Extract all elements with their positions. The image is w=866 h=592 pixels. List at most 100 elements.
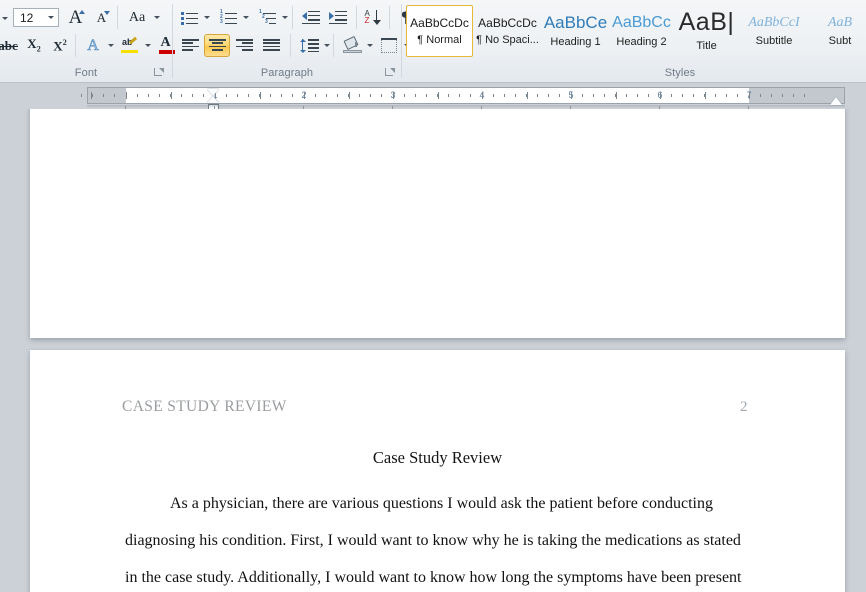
ruler-tick bbox=[626, 94, 628, 97]
ruler-tick bbox=[793, 94, 794, 97]
style-heading-1[interactable]: AaBbCе Heading 1 bbox=[542, 5, 609, 57]
change-case-dropdown-arrow[interactable] bbox=[154, 16, 160, 19]
horizontal-ruler[interactable]: 1234567 bbox=[81, 87, 845, 110]
style-normal-preview: AaBbCcDc bbox=[410, 15, 469, 30]
ruler-shadow bbox=[87, 105, 845, 108]
numbering-dropdown-arrow[interactable] bbox=[243, 16, 249, 19]
multilevel-list-icon: 1 2 3 bbox=[259, 10, 276, 25]
ruler-tick bbox=[648, 94, 650, 97]
ruler-tick bbox=[158, 94, 160, 97]
ruler-tick bbox=[548, 94, 550, 97]
superscript-button[interactable]: X2 bbox=[48, 34, 72, 57]
ruler-tick bbox=[615, 92, 617, 99]
document-canvas[interactable]: CASE STUDY REVIEW 2 Case Study Review As… bbox=[0, 109, 866, 592]
ruler-tick bbox=[660, 92, 661, 99]
ruler-tick bbox=[247, 94, 249, 97]
ribbon-group-font: 12 A A Aa abc X2 X2 A ab A Font bbox=[0, 0, 175, 82]
ruler-tick bbox=[503, 94, 505, 97]
divider bbox=[290, 34, 291, 57]
ruler-tick bbox=[592, 94, 594, 97]
ruler-tick bbox=[170, 92, 172, 99]
style-normal[interactable]: AaBbCcDc ¶ Normal bbox=[406, 5, 473, 57]
subscript-button[interactable]: X2 bbox=[22, 34, 46, 57]
ruler-tick bbox=[114, 94, 116, 97]
style-no-spacing-label: ¶ No Spaci... bbox=[476, 33, 539, 46]
ruler-tick bbox=[403, 94, 405, 97]
style-heading-2-label: Heading 2 bbox=[616, 35, 667, 48]
ruler-tick bbox=[537, 94, 539, 97]
ruler-tick bbox=[270, 94, 272, 97]
ruler-tick bbox=[681, 94, 683, 97]
ruler-tick bbox=[459, 94, 461, 97]
font-size-dropdown-arrow[interactable] bbox=[43, 9, 58, 26]
ruler-tick bbox=[181, 94, 183, 97]
ruler-tick bbox=[759, 94, 761, 97]
ribbon-group-paragraph: 1 2 3 1 2 3 A Z Paragraph bbox=[173, 0, 410, 82]
decrease-indent-button[interactable] bbox=[298, 6, 323, 29]
ruler-tick bbox=[670, 94, 672, 97]
font-name-dropdown-arrow[interactable] bbox=[2, 17, 8, 20]
style-heading-1-preview: AaBbCе bbox=[543, 13, 608, 32]
increase-indent-button[interactable] bbox=[325, 6, 350, 29]
style-no-spacing[interactable]: AaBbCcDc ¶ No Spaci... bbox=[473, 5, 542, 57]
style-title[interactable]: AaB| Title bbox=[674, 5, 739, 57]
highlight-color-dropdown-arrow[interactable] bbox=[145, 44, 151, 47]
ruler-tick bbox=[581, 94, 583, 97]
numbering-button[interactable]: 1 2 3 bbox=[216, 6, 241, 29]
line-spacing-button[interactable] bbox=[296, 34, 322, 57]
style-subtle-emphasis[interactable]: AaB Subt bbox=[809, 5, 866, 57]
change-case-button[interactable]: Aa bbox=[123, 6, 151, 29]
justify-button[interactable] bbox=[258, 34, 284, 57]
borders-button[interactable] bbox=[376, 34, 402, 57]
right-indent-marker[interactable] bbox=[830, 97, 842, 105]
ruler-tick bbox=[749, 92, 750, 99]
document-title: Case Study Review bbox=[372, 448, 503, 467]
paragraph-group-label: Paragraph bbox=[260, 67, 314, 79]
sort-button[interactable]: A Z bbox=[361, 6, 386, 29]
paragraph-dialog-launcher[interactable] bbox=[384, 67, 395, 78]
style-heading-2[interactable]: AaBbCc Heading 2 bbox=[609, 5, 674, 57]
text-effects-dropdown-arrow[interactable] bbox=[108, 44, 114, 47]
align-right-button[interactable] bbox=[231, 34, 257, 57]
bullets-dropdown-arrow[interactable] bbox=[204, 16, 210, 19]
page-1[interactable] bbox=[30, 109, 845, 338]
shrink-font-button[interactable]: A bbox=[89, 6, 114, 29]
shading-dropdown-arrow[interactable] bbox=[367, 44, 373, 47]
ruler-tick bbox=[571, 92, 572, 99]
ruler-tick bbox=[92, 94, 94, 97]
text-effects-button[interactable]: A bbox=[81, 34, 105, 57]
ruler-tick bbox=[470, 94, 472, 97]
divider bbox=[356, 6, 357, 29]
ruler-tick bbox=[236, 94, 238, 97]
align-left-button[interactable] bbox=[177, 34, 203, 57]
text-highlight-color-button[interactable]: ab bbox=[118, 34, 142, 57]
style-subtitle[interactable]: AaBbCcI Subtitle bbox=[739, 5, 809, 57]
multilevel-list-button[interactable]: 1 2 3 bbox=[255, 6, 280, 29]
style-subtle-emphasis-label: Subt bbox=[828, 34, 852, 47]
multilevel-list-dropdown-arrow[interactable] bbox=[282, 16, 288, 19]
shading-button[interactable] bbox=[339, 34, 365, 57]
ruler-tick bbox=[637, 94, 639, 97]
ribbon-group-styles: AaBbCcDc ¶ Normal AaBbCcDc ¶ No Spaci... AaB… bbox=[402, 0, 866, 82]
ruler-tick bbox=[393, 92, 394, 99]
strikethrough-button[interactable]: abc bbox=[0, 34, 20, 57]
ruler-tick bbox=[304, 92, 305, 99]
first-line-indent-icon bbox=[207, 89, 219, 96]
change-case-icon: Aa bbox=[128, 9, 146, 25]
align-center-button[interactable] bbox=[204, 34, 230, 57]
ruler-tick bbox=[425, 94, 427, 97]
ruler-tick bbox=[336, 94, 338, 97]
shrink-font-arrow-icon bbox=[104, 11, 110, 15]
style-normal-label: ¶ Normal bbox=[417, 33, 462, 46]
ruler-tick bbox=[292, 94, 294, 97]
bullets-button[interactable] bbox=[177, 6, 202, 29]
style-subtitle-preview: AaBbCcI bbox=[748, 14, 800, 30]
line-spacing-dropdown-arrow[interactable] bbox=[324, 44, 330, 47]
page-2[interactable]: CASE STUDY REVIEW 2 Case Study Review As… bbox=[30, 350, 845, 592]
style-heading-1-label: Heading 1 bbox=[550, 36, 601, 48]
divider bbox=[117, 6, 118, 29]
font-dialog-launcher[interactable] bbox=[153, 67, 164, 78]
grow-font-button[interactable]: A bbox=[63, 6, 88, 29]
sort-icon: A Z bbox=[365, 9, 383, 25]
font-size-combo[interactable]: 12 bbox=[13, 8, 59, 27]
